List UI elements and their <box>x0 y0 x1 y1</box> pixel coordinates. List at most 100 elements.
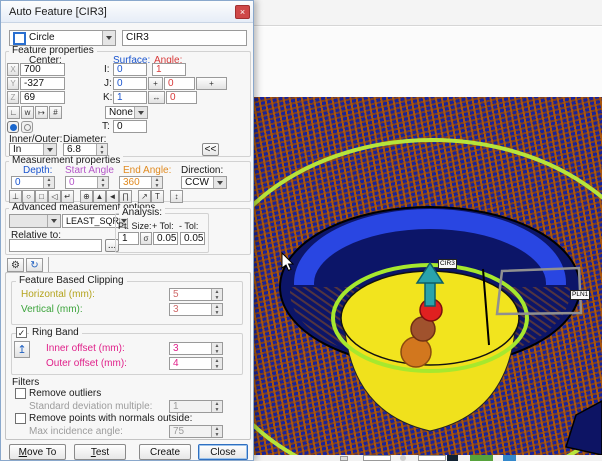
minus-tol-field[interactable]: 0.05 <box>180 232 205 245</box>
gear-icon: ⚙ <box>11 260 20 271</box>
status-strip-knob[interactable] <box>400 455 406 461</box>
probe-settings-tab[interactable]: ⚙ <box>7 258 24 272</box>
inner-offset-spinner[interactable]: 3▲▼ <box>169 342 223 355</box>
feature-tag-pln1[interactable]: PLN1 <box>570 290 590 300</box>
spinner-buttons[interactable]: ▲▼ <box>211 358 222 369</box>
relative-to-field[interactable] <box>9 239 102 252</box>
spinner-buttons[interactable]: ▲▼ <box>211 304 222 315</box>
workplane-icon-button[interactable]: w <box>21 106 34 119</box>
crosshair-wide-icon-button[interactable]: + <box>196 77 227 90</box>
move-to-button[interactable]: Move To <box>9 444 66 460</box>
spinner-buttons[interactable]: ▲▼ <box>151 177 162 188</box>
spinner-buttons[interactable]: ▲▼ <box>211 401 222 412</box>
surface-k-field[interactable]: 1 <box>113 91 147 104</box>
close-button[interactable]: Close <box>198 444 248 460</box>
depth-label: Depth: <box>23 166 52 176</box>
k-label: K: <box>103 93 112 103</box>
status-strip-button-green[interactable] <box>470 455 493 461</box>
angle-j-field[interactable]: 0 <box>164 77 195 90</box>
vertical-spinner[interactable]: 3▲▼ <box>169 303 223 316</box>
remove-outliers-label: Remove outliers <box>29 389 101 399</box>
status-strip-button-blue[interactable] <box>503 455 516 461</box>
i-label: I: <box>104 65 110 75</box>
feature-type-combo[interactable]: Circle <box>9 30 116 46</box>
t-field[interactable]: 0 <box>113 120 147 133</box>
feature-type-label: Circle <box>29 33 102 43</box>
inner-offset-label: Inner offset (mm): <box>46 344 125 354</box>
polar-mode-icon-button[interactable]: ∟ <box>7 106 20 119</box>
outer-offset-spinner[interactable]: 4▲▼ <box>169 357 223 370</box>
chevron-down-icon <box>134 107 147 118</box>
pt-size-label: Pt. Size: <box>118 221 152 231</box>
center-z-field[interactable]: 69 <box>20 91 65 104</box>
dialog-titlebar[interactable]: Auto Feature [CIR3] <box>1 1 253 23</box>
flip-vector-icon-button[interactable]: ↔ <box>148 91 165 104</box>
app-blank-area <box>254 27 602 97</box>
stddev-spinner[interactable]: 1▲▼ <box>169 400 223 413</box>
spinner-buttons[interactable]: ▲▼ <box>211 426 222 437</box>
remove-outliers-checkbox[interactable] <box>15 388 26 399</box>
y-axis-button[interactable]: Y <box>7 77 19 90</box>
chevron-down-icon <box>43 144 56 155</box>
screen: CIR3 PLN1 Auto Feature [CIR3] × Circle C… <box>0 0 602 461</box>
grid-icon-button[interactable]: # <box>49 106 62 119</box>
normal-arrow-shaft <box>425 280 435 306</box>
status-strip-button-navy[interactable] <box>447 455 458 461</box>
surface-j-field[interactable]: 0 <box>113 77 147 90</box>
feature-name-input[interactable]: CIR3 <box>122 30 247 46</box>
status-strip-field[interactable] <box>363 455 391 461</box>
center-y-field[interactable]: -327 <box>20 77 65 90</box>
updown-icon-button[interactable]: ↕ <box>170 190 183 203</box>
stddev-label: Standard deviation multiple: <box>29 402 152 412</box>
filters-label: Filters <box>9 378 42 388</box>
plus-tol-label: + Tol: <box>152 221 174 231</box>
ring-band-label: Ring Band <box>29 328 82 338</box>
spinner-buttons[interactable]: ▲▼ <box>97 177 108 188</box>
status-strip-item[interactable] <box>340 456 348 461</box>
disabled-combo[interactable] <box>9 214 61 228</box>
surface-i-field[interactable]: 0 <box>113 63 147 76</box>
z-axis-button[interactable]: Z <box>7 91 19 104</box>
pt-size-field[interactable]: 1 <box>118 232 139 245</box>
chevron-down-icon <box>213 177 226 188</box>
sensor-combo[interactable]: None <box>105 106 148 119</box>
horizontal-spinner[interactable]: 5▲▼ <box>169 288 223 301</box>
incidence-spinner[interactable]: 75▲▼ <box>169 425 223 438</box>
remove-normals-label: Remove points with normals outside: <box>29 414 192 424</box>
end-angle-spinner[interactable]: 360▲▼ <box>119 176 163 189</box>
center-x-field[interactable]: 700 <box>20 63 65 76</box>
offset-direction-icon-button[interactable]: ↥ <box>14 341 30 358</box>
start-angle-spinner[interactable]: 0▲▼ <box>65 176 109 189</box>
angle-i-field[interactable]: 1 <box>152 63 186 76</box>
collapse-button[interactable]: << <box>202 143 219 156</box>
point-mode-radio-on[interactable] <box>7 121 19 133</box>
direction-combo[interactable]: CCW <box>181 176 227 189</box>
spinner-buttons[interactable]: ▲▼ <box>211 289 222 300</box>
remove-normals-checkbox[interactable] <box>15 413 26 424</box>
rescan-tab[interactable]: ↻ <box>26 258 43 272</box>
create-button[interactable]: Create <box>139 444 191 460</box>
j-label: J: <box>104 79 112 89</box>
distance-icon-button[interactable]: ↦ <box>35 106 48 119</box>
spinner-buttons[interactable]: ▲▼ <box>211 343 222 354</box>
spinner-buttons[interactable]: ▲▼ <box>96 144 107 155</box>
x-axis-button[interactable]: X <box>7 63 19 76</box>
test-button[interactable]: Test <box>74 444 126 460</box>
horizontal-label: Horizontal (mm): <box>21 290 95 300</box>
minus-tol-label: - Tol: <box>179 221 198 231</box>
depth-spinner[interactable]: 0▲▼ <box>11 176 55 189</box>
status-strip-field[interactable] <box>418 455 446 461</box>
crosshair-icon-button[interactable]: + <box>148 77 163 90</box>
angle-k-field[interactable]: 0 <box>166 91 197 104</box>
end-angle-label: End Angle: <box>123 166 171 176</box>
ring-band-checkbox[interactable]: ✓ <box>16 327 27 338</box>
plus-tol-field[interactable]: 0.05 <box>153 232 178 245</box>
graphics-viewport[interactable]: CIR3 PLN1 <box>254 97 602 455</box>
feature-tag-cir3[interactable]: CIR3 <box>438 259 457 269</box>
probe-sphere-orange <box>401 337 431 367</box>
auto-feature-dialog: Auto Feature [CIR3] × Circle CIR3 Featur… <box>0 0 254 461</box>
sigma-icon-button[interactable]: σ <box>140 232 152 245</box>
close-icon[interactable]: × <box>235 5 250 19</box>
spinner-buttons[interactable]: ▲▼ <box>43 177 54 188</box>
point-mode-radio-off[interactable] <box>21 121 33 133</box>
